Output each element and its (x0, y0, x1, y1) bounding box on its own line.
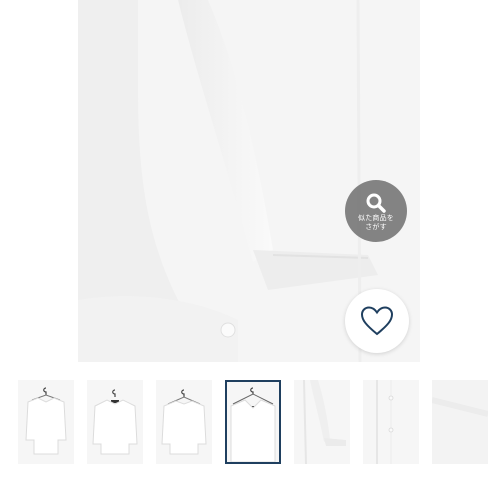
thumbnail-button-placket[interactable] (363, 380, 419, 464)
shirt-fabric-texture-image (432, 380, 488, 464)
thumbnail-hanger-back[interactable] (156, 380, 212, 464)
thumbnail-fabric-texture[interactable] (432, 380, 488, 464)
shirt-hanger-front-image (25, 387, 67, 455)
thumbnail-collar-detail-selected[interactable] (225, 380, 281, 464)
similar-items-label-line1: 似た商品を (358, 214, 394, 222)
thumbnail-strip (18, 380, 488, 464)
heart-icon (360, 306, 394, 336)
shirt-collar-detail-image (230, 387, 276, 462)
shirt-hanger-back-image (161, 389, 207, 455)
shirt-button-placket-image (376, 380, 394, 464)
similar-items-label-line2: さがす (365, 223, 387, 231)
similar-items-button[interactable]: 似た商品を さがす (345, 180, 407, 242)
shirt-flat-front-image (92, 389, 138, 455)
thumbnail-flat-front[interactable] (87, 380, 143, 464)
thumbnail-hanger-front[interactable] (18, 380, 74, 464)
magnifier-icon (366, 193, 386, 213)
thumbnail-sleeve-detail[interactable] (294, 380, 350, 464)
favorite-button[interactable] (345, 289, 409, 353)
shirt-sleeve-detail-image (303, 380, 346, 464)
